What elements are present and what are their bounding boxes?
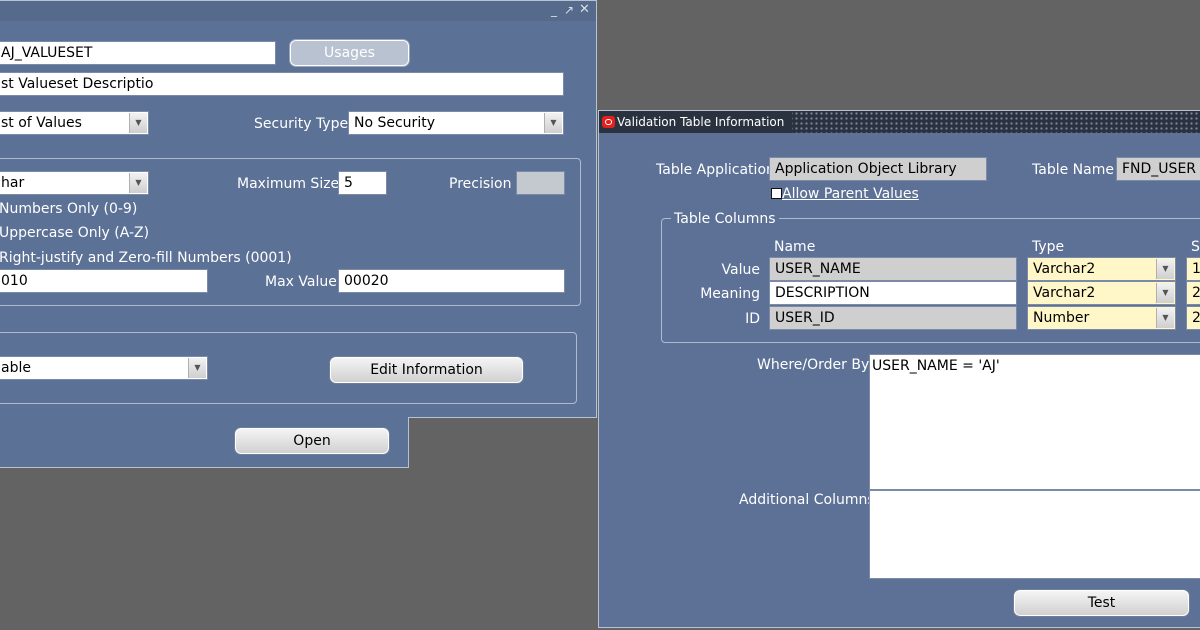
meaning-column-size-field[interactable]: 24 [1186,281,1200,305]
valueset-window: _ ↗ ✕ AJ_VALUESET Usages st Valueset Des… [0,0,597,418]
maximum-size-field[interactable]: 5 [338,171,387,195]
value-column-type-value: Varchar2 [1033,261,1096,277]
value-column-type-select[interactable]: Varchar2 ▼ [1027,257,1176,281]
maximum-size-label: Maximum Size [237,176,340,192]
table-columns-label: Table Columns [671,210,779,228]
id-column-name-field[interactable]: USER_ID [769,306,1017,330]
row-label-value: Value [721,262,760,278]
value-column-name-field[interactable]: USER_NAME [769,257,1017,281]
chevron-down-icon[interactable]: ▼ [129,173,147,193]
chevron-down-icon[interactable]: ▼ [129,113,147,133]
id-column-type-select[interactable]: Number ▼ [1027,306,1176,330]
validation-type-select[interactable]: able ▼ [0,356,208,380]
list-type-value: st of Values [1,115,82,131]
table-application-field[interactable]: Application Object Library [769,157,987,181]
validation-type-value: able [1,360,31,376]
allow-parent-values-checkbox[interactable] [771,188,782,199]
precision-field [516,171,565,195]
minimize-icon[interactable]: _ [551,3,557,17]
edit-information-button[interactable]: Edit Information [329,356,524,384]
valueset-window-footer: Open [0,417,409,468]
validation-table-window: Validation Table Information Table Appli… [598,110,1200,628]
row-label-id: ID [745,311,760,327]
precision-label: Precision [449,176,512,192]
valueset-name-field[interactable]: AJ_VALUESET [0,41,276,65]
column-header-name: Name [774,239,816,255]
close-icon[interactable]: ✕ [579,2,590,17]
chevron-down-icon[interactable]: ▼ [188,358,206,378]
restore-icon[interactable]: ↗ [564,3,574,17]
value-column-size-field[interactable]: 10 [1186,257,1200,281]
max-value-field[interactable]: 00020 [338,269,565,293]
security-type-value: No Security [354,115,435,131]
allow-parent-values-label[interactable]: Allow Parent Values [782,185,919,203]
uppercase-only-label[interactable]: Uppercase Only (A-Z) [0,224,149,242]
list-type-select[interactable]: st of Values ▼ [0,111,149,135]
meaning-column-type-value: Varchar2 [1033,285,1096,301]
security-type-label: Security Type [254,116,349,132]
valueset-title-bar [0,1,596,21]
max-value-label: Max Value [265,274,337,290]
additional-columns-label: Additional Columns [739,492,875,508]
min-value-field[interactable]: 010 [0,269,208,293]
id-column-size-field[interactable]: 22 [1186,306,1200,330]
format-type-select[interactable]: har ▼ [0,171,149,195]
valueset-description-field[interactable]: st Valueset Descriptio [0,72,564,96]
additional-columns-field[interactable] [869,490,1200,579]
meaning-column-name-field[interactable]: DESCRIPTION [769,281,1017,305]
oracle-logo-icon [602,116,615,128]
id-column-type-value: Number [1033,310,1090,326]
numbers-only-label[interactable]: Numbers Only (0-9) [0,200,137,218]
format-type-value: har [1,175,25,191]
validation-table-title: Validation Table Information [599,111,793,133]
row-label-meaning: Meaning [700,286,760,302]
right-justify-label[interactable]: Right-justify and Zero-fill Numbers (000… [0,249,292,267]
chevron-down-icon[interactable]: ▼ [1156,308,1174,328]
chevron-down-icon[interactable]: ▼ [1156,283,1174,303]
validation-table-title-bar: Validation Table Information [599,111,1200,133]
chevron-down-icon[interactable]: ▼ [1156,259,1174,279]
chevron-down-icon[interactable]: ▼ [544,113,562,133]
where-order-by-label: Where/Order By [757,357,870,373]
security-type-select[interactable]: No Security ▼ [348,111,564,135]
validation-table-title-text: Validation Table Information [617,115,785,129]
meaning-column-type-select[interactable]: Varchar2 ▼ [1027,281,1176,305]
table-name-label: Table Name [1032,162,1114,178]
usages-button[interactable]: Usages [289,39,410,67]
where-order-by-field[interactable]: USER_NAME = 'AJ' [869,354,1200,490]
table-application-label: Table Application [656,162,775,178]
column-header-size: S [1191,239,1200,255]
open-button[interactable]: Open [234,427,390,455]
test-button[interactable]: Test [1013,589,1190,617]
table-name-field[interactable]: FND_USER [1116,157,1200,181]
column-header-type: Type [1032,239,1065,255]
